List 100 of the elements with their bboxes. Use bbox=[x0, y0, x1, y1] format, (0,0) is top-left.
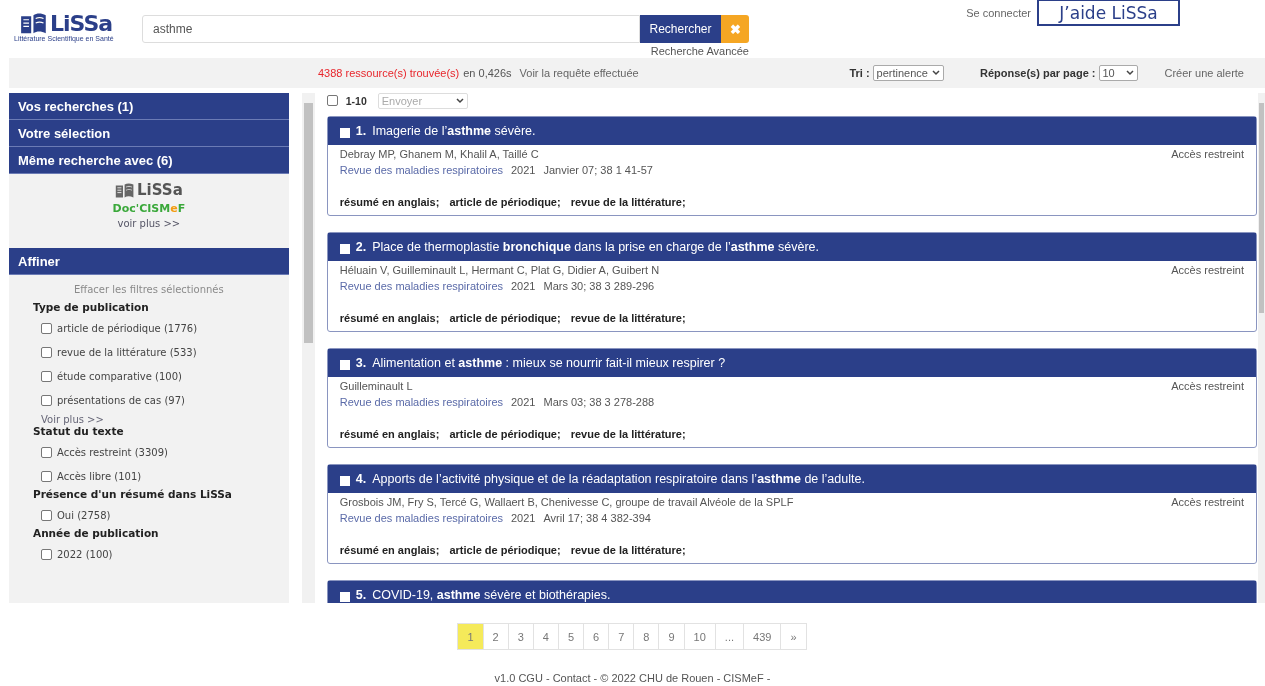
issue: Janvier 07; 38 1 41-57 bbox=[543, 164, 653, 176]
journal-link[interactable]: Revue des maladies respiratoires bbox=[339, 164, 503, 176]
page-link[interactable]: 7 bbox=[608, 623, 635, 650]
issue: Avril 17; 38 4 382-394 bbox=[543, 512, 651, 524]
filter-option[interactable]: Accès libre (101) bbox=[41, 464, 289, 488]
result-number: 5. bbox=[355, 588, 367, 602]
range-label: 1-10 bbox=[345, 94, 367, 107]
checkbox[interactable] bbox=[41, 394, 52, 406]
sort-select[interactable]: pertinence bbox=[872, 65, 944, 81]
filter-option[interactable]: Oui (2758) bbox=[41, 503, 289, 527]
filter-group-title: Statut du texte bbox=[33, 425, 125, 437]
checkbox[interactable] bbox=[41, 346, 52, 358]
journal-link[interactable]: Revue des maladies respiratoires bbox=[339, 512, 503, 524]
publication-tag: résumé en anglais; bbox=[339, 544, 440, 556]
page-link[interactable]: 4 bbox=[532, 623, 559, 650]
filter-option[interactable]: présentations de cas (97) bbox=[41, 388, 289, 412]
checkbox[interactable] bbox=[41, 322, 52, 334]
result-header[interactable]: 4. Apports de l’activité physique et de la réadaptation respiratoire dans l’asthme de l’adulte. bbox=[327, 465, 1256, 493]
lissa-link[interactable]: LiSSa bbox=[137, 181, 183, 199]
result-title[interactable]: Imagerie de l’asthme sévère. bbox=[372, 124, 536, 138]
query-link[interactable]: Voir la requête effectuée bbox=[519, 67, 639, 79]
per-page-label: Réponse(s) par page : bbox=[979, 67, 1096, 79]
checkbox[interactable] bbox=[41, 509, 52, 521]
sidebar-section-header[interactable]: Votre sélection bbox=[9, 120, 289, 147]
per-page-select[interactable]: 10 bbox=[1098, 65, 1138, 81]
sidebar-section-header[interactable]: Même recherche avec (6) bbox=[9, 147, 289, 174]
checkbox[interactable] bbox=[41, 446, 52, 458]
year: 2021 bbox=[511, 280, 536, 292]
filter-option[interactable]: revue de la littérature (533) bbox=[41, 340, 289, 364]
page-link[interactable]: 2 bbox=[482, 623, 509, 650]
sort-label: Tri : bbox=[849, 67, 870, 79]
checkbox[interactable] bbox=[339, 243, 350, 254]
page-link[interactable]: 439 bbox=[743, 623, 782, 650]
checkbox[interactable] bbox=[41, 548, 52, 560]
filter-option[interactable]: étude comparative (100) bbox=[41, 364, 289, 388]
page-link[interactable]: 1 bbox=[457, 623, 484, 650]
checkbox[interactable] bbox=[339, 127, 350, 138]
checkbox[interactable] bbox=[339, 475, 350, 486]
page-link[interactable]: » bbox=[780, 623, 807, 650]
journal-link[interactable]: Revue des maladies respiratoires bbox=[339, 396, 503, 408]
see-more-link[interactable]: Voir plus >> bbox=[41, 414, 289, 425]
year: 2021 bbox=[511, 512, 536, 524]
create-alert-link[interactable]: Créer une alerte bbox=[1164, 67, 1244, 79]
publication-tag: revue de la littérature; bbox=[570, 312, 686, 324]
publication-tag: résumé en anglais; bbox=[339, 428, 440, 440]
advanced-search-link[interactable]: Recherche Avancée bbox=[650, 45, 749, 57]
filter-group-title: Type de publication bbox=[33, 301, 150, 313]
help-button[interactable]: J’aide LiSSa bbox=[1037, 0, 1180, 26]
refine-header: Affiner bbox=[9, 248, 289, 275]
filter-option[interactable]: article de périodique (1776) bbox=[41, 316, 289, 340]
search-button[interactable]: Rechercher bbox=[640, 15, 721, 43]
publication-tag: article de périodique; bbox=[449, 312, 561, 324]
result-title[interactable]: COVID-19, asthme sévère et biothérapies. bbox=[372, 588, 611, 602]
filter-option[interactable]: 2022 (100) bbox=[41, 542, 289, 566]
filter-option[interactable]: Accès restreint (3309) bbox=[41, 440, 289, 464]
journal-link[interactable]: Revue des maladies respiratoires bbox=[339, 280, 503, 292]
page-link[interactable]: 3 bbox=[507, 623, 534, 650]
access-status: Accès restreint bbox=[1171, 264, 1244, 276]
result-count: 4388 ressource(s) trouvée(s) bbox=[318, 67, 460, 79]
page-link[interactable]: 9 bbox=[658, 623, 685, 650]
result-header[interactable]: 1. Imagerie de l’asthme sévère. bbox=[327, 117, 1256, 145]
scrollbar[interactable] bbox=[301, 93, 315, 603]
sidebar-section-header[interactable]: Vos recherches (1) bbox=[9, 93, 289, 120]
see-more-link[interactable]: voir plus >> bbox=[117, 218, 181, 229]
result-header[interactable]: 5. COVID-19, asthme sévère et biothérapies. bbox=[327, 581, 1256, 603]
logo[interactable]: LiSSa bbox=[50, 13, 113, 36]
result-number: 1. bbox=[355, 124, 367, 138]
result-title[interactable]: Place de thermoplastie bronchique dans la prise en charge de l’asthme sévère. bbox=[372, 240, 819, 254]
login-link[interactable]: Se connecter bbox=[966, 7, 1031, 19]
publication-tag: article de périodique; bbox=[449, 196, 561, 208]
result-number: 4. bbox=[355, 472, 367, 486]
page-link[interactable]: 10 bbox=[683, 623, 716, 650]
book-icon bbox=[115, 183, 135, 199]
chevron-down-icon bbox=[1125, 70, 1134, 76]
publication-tag: article de périodique; bbox=[449, 544, 561, 556]
checkbox[interactable] bbox=[326, 95, 338, 106]
page-link[interactable]: 8 bbox=[633, 623, 660, 650]
publication-tag: revue de la littérature; bbox=[570, 544, 686, 556]
result-header[interactable]: 2. Place de thermoplastie bronchique dans la prise en charge de l’asthme sévère. bbox=[327, 233, 1256, 261]
filter-group-title: Année de publication bbox=[33, 527, 160, 539]
checkbox[interactable] bbox=[339, 359, 350, 370]
checkbox[interactable] bbox=[339, 591, 350, 602]
authors: Héluain V, Guilleminault L, Hermant C, Plat G, Didier A, Guibert N bbox=[339, 264, 660, 276]
checkbox[interactable] bbox=[41, 370, 52, 382]
filter-group-title: Présence d'un résumé dans LiSSa bbox=[33, 488, 233, 500]
authors: Debray MP, Ghanem M, Khalil A, Taillé C bbox=[339, 148, 539, 160]
footer-text: v1.0 CGU - Contact - © 2022 CHU de Rouen - CISMeF - bbox=[493, 672, 772, 684]
page-link[interactable]: ... bbox=[714, 623, 745, 650]
chevron-down-icon bbox=[931, 70, 940, 76]
search-field[interactable]: asthme bbox=[142, 15, 640, 43]
result-title[interactable]: Apports de l’activité physique et de la réadaptation respiratoire dans l’asthme de l’adulte. bbox=[372, 472, 865, 486]
chevron-down-icon bbox=[455, 97, 464, 104]
book-icon bbox=[20, 13, 48, 36]
authors: Guilleminault L bbox=[339, 380, 413, 392]
checkbox[interactable] bbox=[41, 470, 52, 482]
access-status: Accès restreint bbox=[1171, 148, 1244, 160]
page-link[interactable]: 6 bbox=[583, 623, 610, 650]
result-header[interactable]: 3. Alimentation et asthme : mieux se nourrir fait-il mieux respirer ? bbox=[327, 349, 1256, 377]
result-title[interactable]: Alimentation et asthme : mieux se nourrir fait-il mieux respirer ? bbox=[372, 356, 726, 370]
scrollbar[interactable] bbox=[1258, 93, 1265, 603]
